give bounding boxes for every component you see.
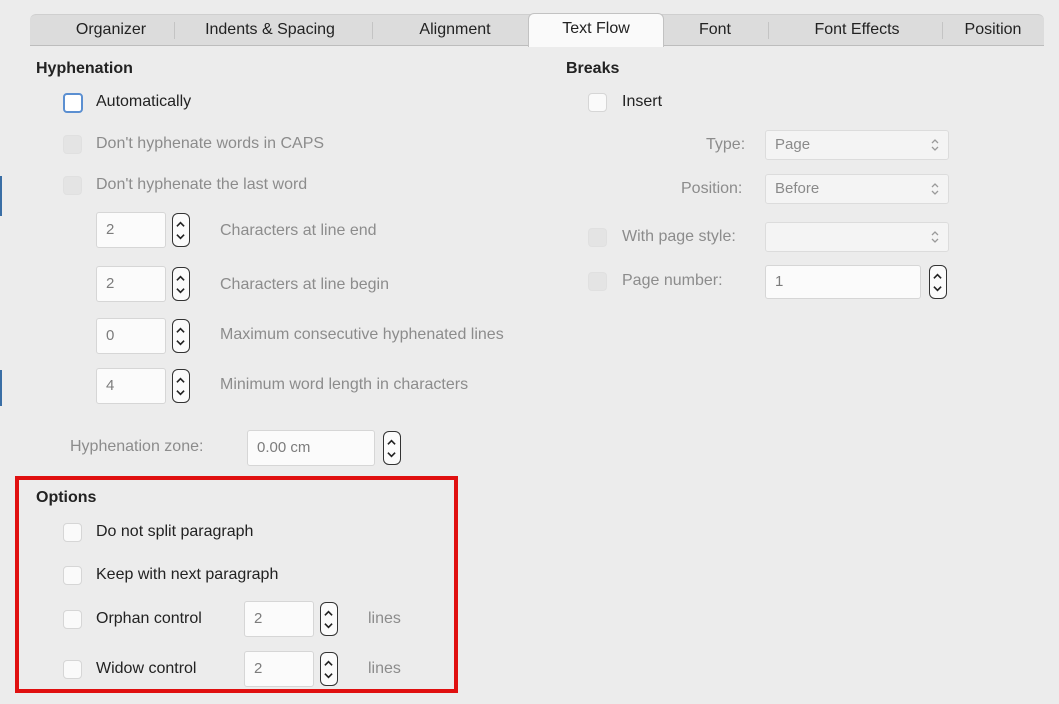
- min-word-length-spinner[interactable]: [172, 369, 190, 403]
- tab-organizer[interactable]: Organizer: [56, 15, 166, 45]
- min-word-length-input[interactable]: 4: [96, 368, 166, 404]
- no-hyphenate-last-word-checkbox[interactable]: [63, 176, 82, 195]
- break-type-value: Page: [775, 136, 811, 153]
- page-number-label: Page number:: [622, 272, 723, 289]
- break-type-label: Type:: [706, 136, 746, 153]
- hyphenation-zone-input[interactable]: 0.00 cm: [247, 430, 375, 466]
- chars-line-end-label: Characters at line end: [220, 222, 377, 239]
- tab-separator: [174, 22, 175, 39]
- page-number-checkbox[interactable]: [588, 272, 607, 291]
- chars-line-begin-label: Characters at line begin: [220, 276, 389, 293]
- page-number-spinner[interactable]: [929, 265, 947, 299]
- tab-position[interactable]: Position: [950, 15, 1036, 45]
- tab-separator: [372, 22, 373, 39]
- hyphenation-heading: Hyphenation: [36, 60, 133, 77]
- chars-line-begin-spinner[interactable]: [172, 267, 190, 301]
- no-hyphenate-caps-label: Don't hyphenate words in CAPS: [96, 135, 325, 152]
- chars-line-begin-input[interactable]: 2: [96, 266, 166, 302]
- keep-with-next-checkbox[interactable]: [63, 566, 82, 585]
- max-consecutive-input[interactable]: 0: [96, 318, 166, 354]
- widow-lines-spinner[interactable]: [320, 652, 338, 686]
- window-edge-accent: [0, 370, 2, 406]
- insert-break-label: Insert: [622, 93, 663, 110]
- tab-font-effects[interactable]: Font Effects: [782, 15, 932, 45]
- automatically-label: Automatically: [96, 93, 192, 110]
- tab-font[interactable]: Font: [680, 15, 750, 45]
- hyphenation-zone-label: Hyphenation zone:: [70, 438, 204, 455]
- tab-text-flow[interactable]: Text Flow: [528, 13, 664, 47]
- tab-bar: Organizer Indents & Spacing Alignment Te…: [30, 13, 1044, 47]
- tab-separator: [768, 22, 769, 39]
- with-page-style-checkbox[interactable]: [588, 228, 607, 247]
- do-not-split-checkbox[interactable]: [63, 523, 82, 542]
- automatically-checkbox[interactable]: [63, 93, 83, 113]
- widow-lines-input[interactable]: 2: [244, 651, 314, 687]
- insert-break-checkbox[interactable]: [588, 93, 607, 112]
- breaks-heading: Breaks: [566, 60, 620, 77]
- chars-line-end-input[interactable]: 2: [96, 212, 166, 248]
- orphan-control-label: Orphan control: [96, 610, 202, 627]
- updown-chevron-icon: [931, 139, 939, 151]
- tab-indents-spacing[interactable]: Indents & Spacing: [190, 15, 350, 45]
- tab-alignment[interactable]: Alignment: [400, 15, 510, 45]
- window-edge-accent: [0, 176, 2, 216]
- break-position-dropdown[interactable]: Before: [765, 174, 949, 204]
- chars-line-end-spinner[interactable]: [172, 213, 190, 247]
- updown-chevron-icon: [931, 183, 939, 195]
- no-hyphenate-last-word-label: Don't hyphenate the last word: [96, 176, 308, 193]
- no-hyphenate-caps-checkbox[interactable]: [63, 135, 82, 154]
- widow-control-label: Widow control: [96, 660, 197, 677]
- tab-separator: [942, 22, 943, 39]
- orphan-lines-input[interactable]: 2: [244, 601, 314, 637]
- options-heading: Options: [36, 489, 97, 506]
- max-consecutive-spinner[interactable]: [172, 319, 190, 353]
- min-word-length-label: Minimum word length in characters: [220, 376, 469, 393]
- do-not-split-label: Do not split paragraph: [96, 523, 254, 540]
- orphan-lines-unit: lines: [368, 610, 401, 627]
- break-position-value: Before: [775, 180, 820, 197]
- with-page-style-label: With page style:: [622, 228, 736, 245]
- updown-chevron-icon: [931, 231, 939, 243]
- break-position-label: Position:: [681, 180, 743, 197]
- break-type-dropdown[interactable]: Page: [765, 130, 949, 160]
- keep-with-next-label: Keep with next paragraph: [96, 566, 279, 583]
- widow-lines-unit: lines: [368, 660, 401, 677]
- orphan-control-checkbox[interactable]: [63, 610, 82, 629]
- widow-control-checkbox[interactable]: [63, 660, 82, 679]
- page-style-dropdown[interactable]: [765, 222, 949, 252]
- hyphenation-zone-spinner[interactable]: [383, 431, 401, 465]
- max-consecutive-label: Maximum consecutive hyphenated lines: [220, 326, 504, 343]
- orphan-lines-spinner[interactable]: [320, 602, 338, 636]
- page-number-input[interactable]: 1: [765, 265, 921, 299]
